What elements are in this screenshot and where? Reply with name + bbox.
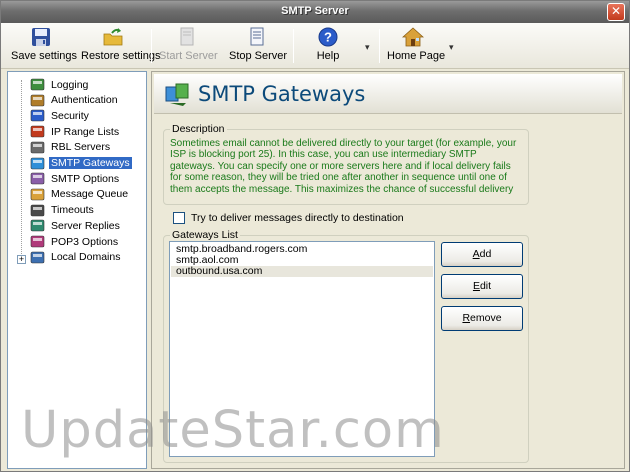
tree-item-label: Local Domains xyxy=(51,251,121,264)
start-server-label: Start Server xyxy=(159,50,218,62)
tree-item-label: Server Replies xyxy=(51,219,120,232)
help-button[interactable]: ? Help xyxy=(307,27,349,65)
edit-mnemonic: E xyxy=(472,280,480,292)
tree-item-label: Timeouts xyxy=(51,204,94,217)
floppy-disk-icon xyxy=(32,28,50,46)
help-label: Help xyxy=(316,50,340,62)
page-title: SMTP Gateways xyxy=(198,82,366,106)
logging-icon xyxy=(30,78,45,91)
tree-connector xyxy=(21,80,22,256)
home-page-button[interactable]: Home Page xyxy=(387,27,446,65)
tree-item-label: Security xyxy=(51,109,89,122)
start-server-button[interactable]: Start Server xyxy=(159,27,218,65)
restore-settings-button[interactable]: Restore settings xyxy=(81,27,161,65)
direct-delivery-label: Try to deliver messages directly to dest… xyxy=(191,212,404,224)
list-item[interactable]: outbound.usa.com xyxy=(171,266,433,277)
gateways-icon xyxy=(30,157,45,170)
tree-item[interactable]: Local Domains xyxy=(30,250,122,265)
tree-item[interactable]: Message Queue xyxy=(30,187,130,202)
tree-expander-icon[interactable]: + xyxy=(17,255,26,264)
add-mnemonic: A xyxy=(472,248,480,260)
tree-item-label: SMTP Options xyxy=(51,172,120,185)
tree-item[interactable]: POP3 Options xyxy=(30,234,120,249)
toolbar: Save settings Restore settings Start Ser… xyxy=(1,23,629,69)
home-icon xyxy=(402,27,424,47)
tree-item[interactable]: RBL Servers xyxy=(30,140,112,155)
home-page-label: Home Page xyxy=(387,50,446,62)
close-button[interactable]: ✕ xyxy=(607,3,625,21)
add-label: dd xyxy=(479,248,492,260)
tree-item[interactable]: Logging xyxy=(30,77,90,92)
folder-restore-icon xyxy=(103,28,123,46)
gateways-legend: Gateways List xyxy=(170,229,240,241)
tree-item-label: IP Range Lists xyxy=(51,125,120,138)
tree-item-label: Logging xyxy=(51,78,89,91)
watermark: UpdateStar.com xyxy=(21,401,445,460)
restore-settings-label: Restore settings xyxy=(81,50,161,62)
domains-icon xyxy=(30,251,45,264)
security-icon xyxy=(30,109,45,122)
remove-mnemonic: R xyxy=(462,312,471,324)
smtp-server-window: SMTP Server ✕ Save settings Restore sett… xyxy=(0,0,630,472)
toolbar-separator xyxy=(151,29,152,63)
window-title: SMTP Server xyxy=(281,5,349,17)
tree-item[interactable]: SMTP Gateways xyxy=(30,156,132,171)
timeouts-icon xyxy=(30,204,45,217)
tree-item[interactable]: Server Replies xyxy=(30,218,122,233)
edit-button[interactable]: Edit xyxy=(441,274,523,299)
tree-item[interactable]: Security xyxy=(30,108,91,123)
close-icon: ✕ xyxy=(610,4,622,18)
remove-label: emove xyxy=(470,312,502,324)
edit-label: dit xyxy=(479,280,492,292)
description-text: Sometimes email cannot be delivered dire… xyxy=(170,138,517,195)
home-dropdown-arrow-icon[interactable]: ▾ xyxy=(449,42,454,53)
description-group: Description Sometimes email cannot be de… xyxy=(163,123,529,205)
pop3-icon xyxy=(30,235,45,248)
tree-item-label: RBL Servers xyxy=(51,141,111,154)
tree-item[interactable]: SMTP Options xyxy=(30,171,121,186)
ip-range-icon xyxy=(30,125,45,138)
tree-item-label: Authentication xyxy=(51,94,118,107)
tree-item[interactable]: IP Range Lists xyxy=(30,124,121,139)
authentication-icon xyxy=(30,94,45,107)
help-icon: ? xyxy=(318,27,338,47)
tree-item-label: POP3 Options xyxy=(51,235,119,248)
panel-banner: SMTP Gateways xyxy=(154,74,622,114)
add-button[interactable]: Add xyxy=(441,242,523,267)
tree-item[interactable]: Timeouts xyxy=(30,203,96,218)
toolbar-separator xyxy=(293,29,294,63)
rbl-icon xyxy=(30,141,45,154)
direct-delivery-option[interactable]: Try to deliver messages directly to dest… xyxy=(173,212,404,224)
save-settings-button[interactable]: Save settings xyxy=(11,27,78,65)
title-bar[interactable]: SMTP Server ✕ xyxy=(1,1,629,23)
stop-server-icon xyxy=(250,27,264,46)
stop-server-label: Stop Server xyxy=(229,50,288,62)
help-dropdown-arrow-icon[interactable]: ▾ xyxy=(365,42,370,53)
replies-icon xyxy=(30,219,45,232)
save-settings-label: Save settings xyxy=(11,50,78,62)
remove-button[interactable]: Remove xyxy=(441,306,523,331)
gateways-banner-icon xyxy=(165,83,189,106)
tree-item[interactable]: Authentication xyxy=(30,93,120,108)
svg-text:?: ? xyxy=(324,30,332,45)
queue-icon xyxy=(30,188,45,201)
direct-delivery-checkbox[interactable] xyxy=(173,212,185,224)
description-legend: Description xyxy=(170,123,227,135)
tree-item-label: Message Queue xyxy=(51,188,129,201)
options-icon xyxy=(30,172,45,185)
stop-server-button[interactable]: Stop Server xyxy=(229,27,288,65)
tree-item-label: SMTP Gateways xyxy=(49,157,132,169)
toolbar-separator xyxy=(379,29,380,63)
start-server-icon xyxy=(180,27,194,46)
